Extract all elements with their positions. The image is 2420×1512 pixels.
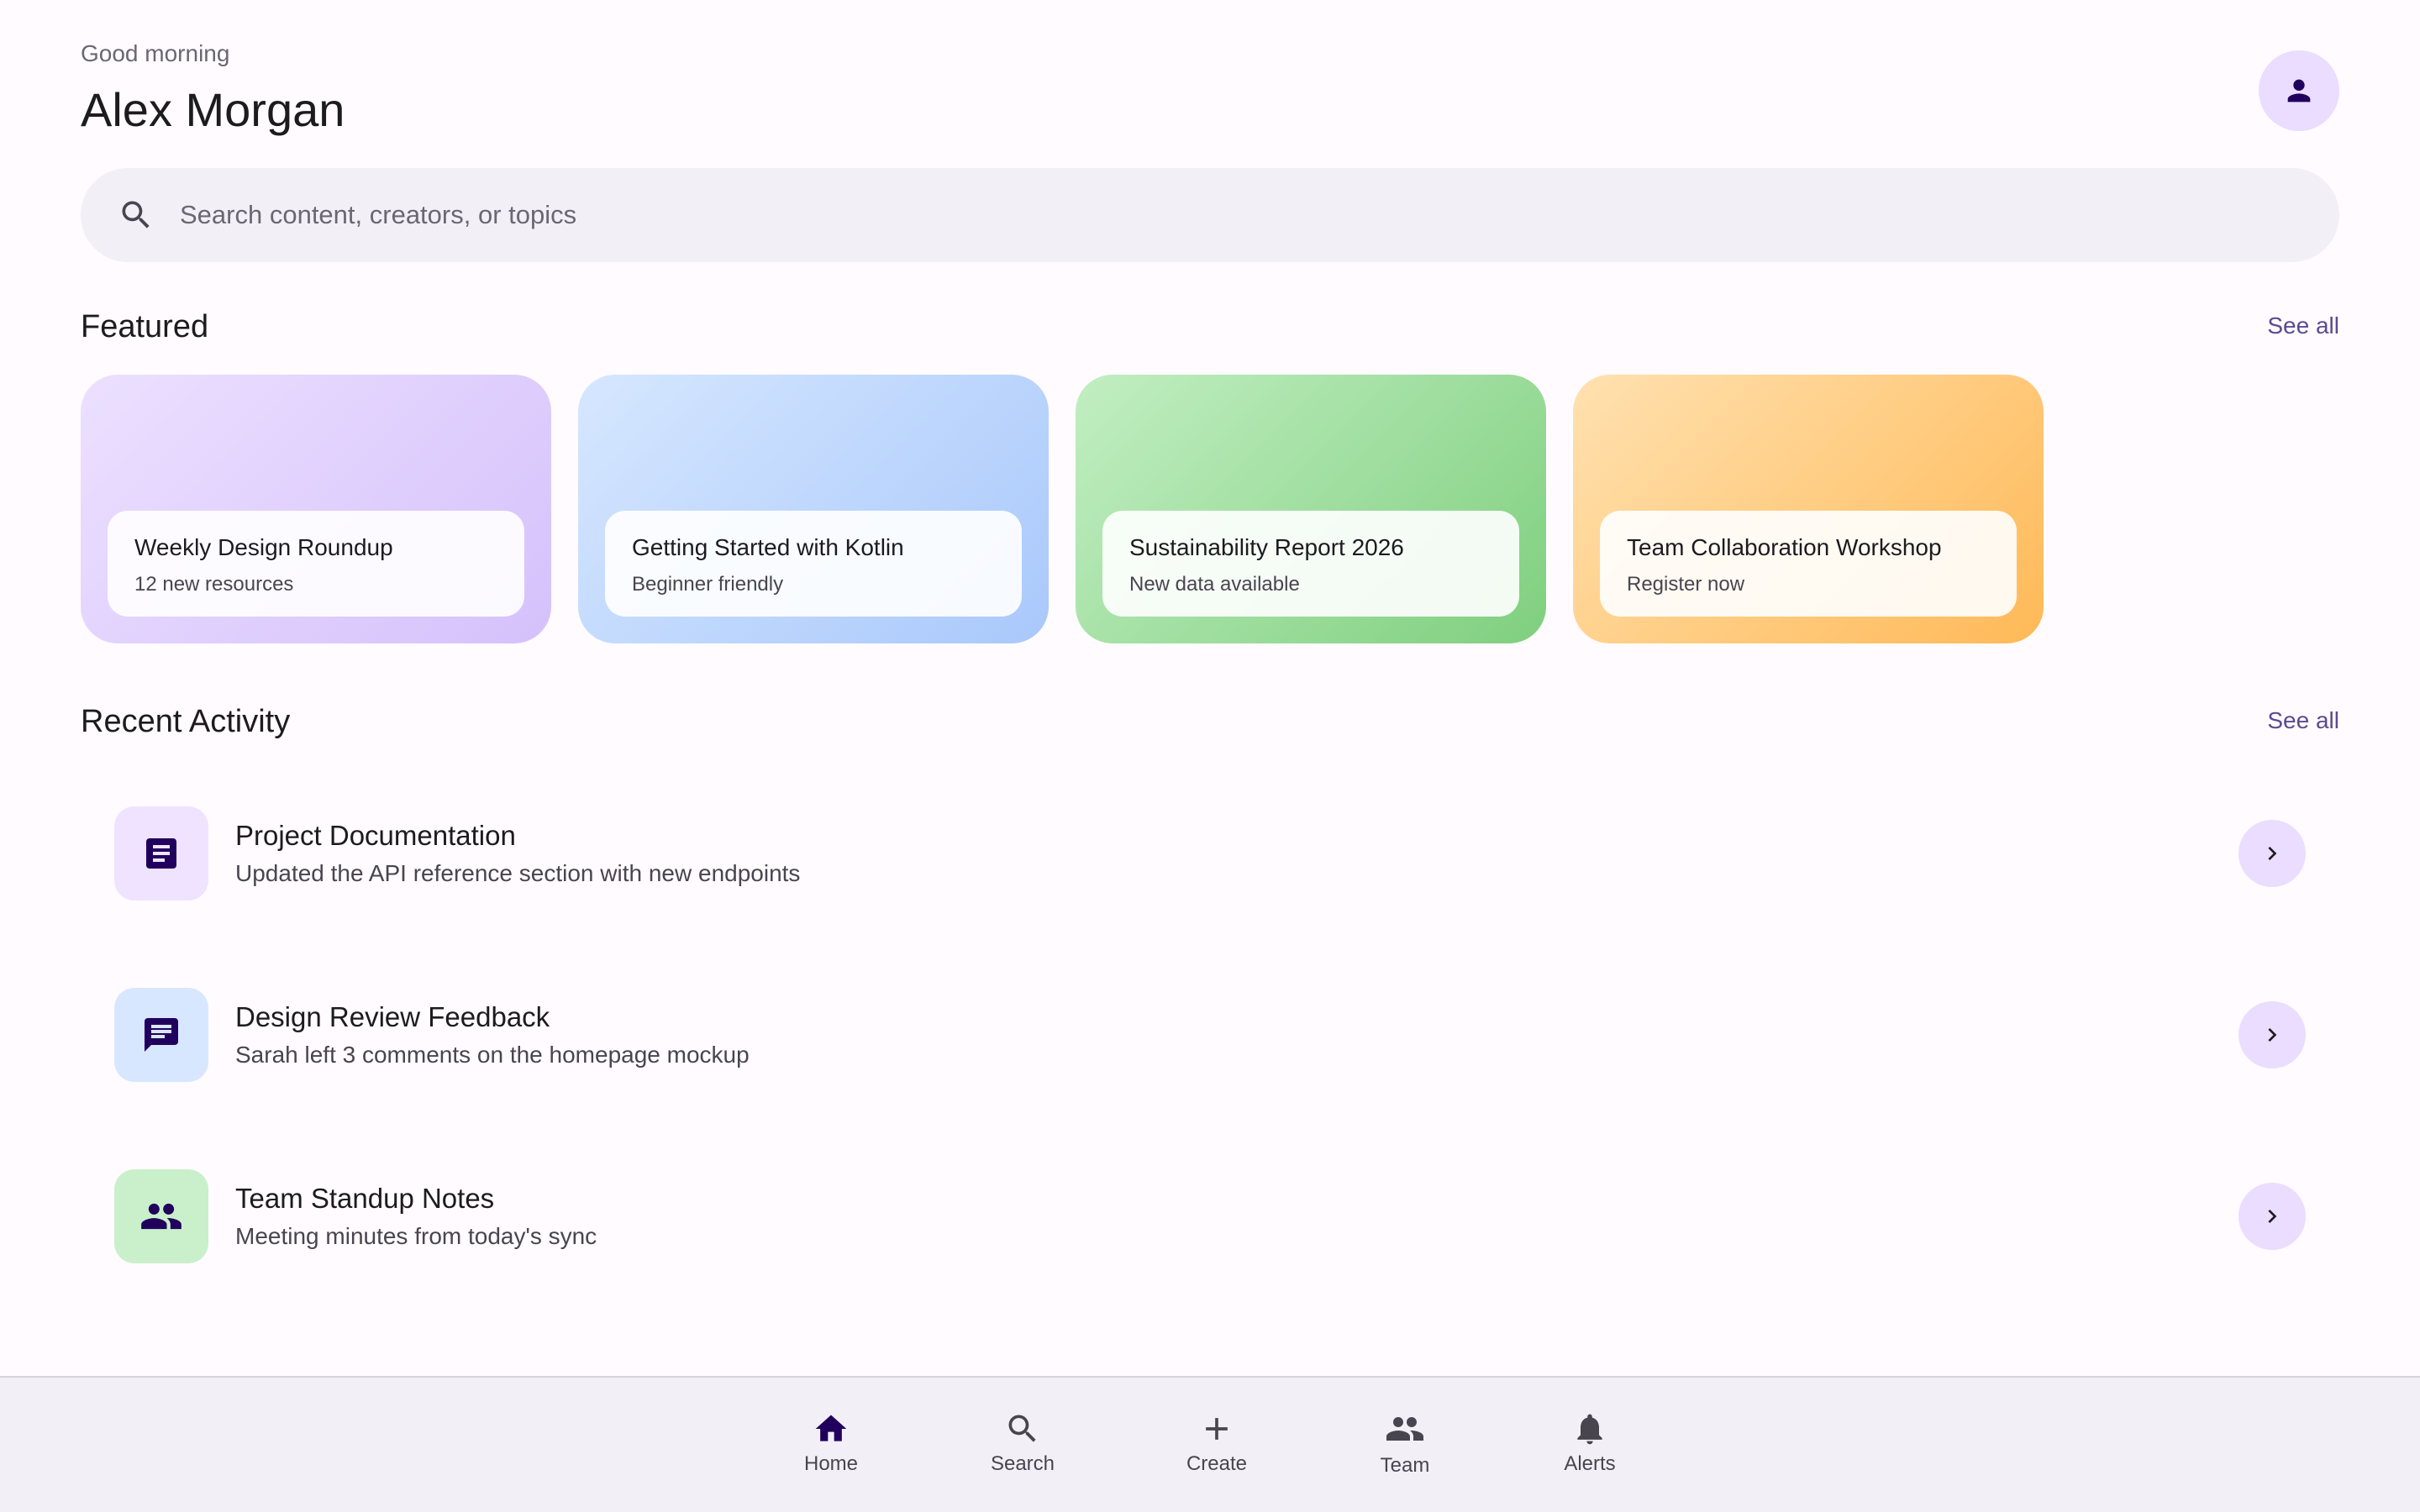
open-activity-button[interactable] [2238,1183,2306,1250]
nav-item-home[interactable]: Home [776,1399,886,1487]
activity-icon-tile [114,1169,208,1263]
activity-icon-tile [114,806,208,900]
recent-activity-list: Project Documentation Updated the API re… [81,763,2339,1307]
featured-carousel: Weekly Design Roundup 12 new resources G… [81,375,2044,643]
search-icon [1008,1415,1036,1442]
group-icon [141,1203,182,1230]
featured-section-title: Featured [81,309,209,344]
document-icon [146,838,176,869]
activity-item-design-review[interactable]: Design Review Feedback Sarah left 3 comm… [81,944,2339,1126]
activity-subtitle: Updated the API reference section with n… [235,860,801,886]
featured-card-title: Weekly Design Roundup [134,534,393,560]
nav-item-create[interactable]: Create [1162,1399,1271,1487]
bell-icon [1577,1414,1602,1445]
activity-icon-tile [114,988,208,1082]
featured-card-subtitle: Register now [1627,573,1745,596]
search-input[interactable] [178,199,2198,231]
featured-card-info: Team Collaboration Workshop Register now [1600,511,2017,617]
activity-subtitle: Meeting minutes from today's sync [235,1223,597,1249]
featured-card-subtitle: Beginner friendly [632,573,784,596]
comment-icon [145,1018,178,1052]
group-icon [1386,1417,1423,1441]
bottom-navigation-bar: Home Search Create Team Alerts [0,1376,2420,1512]
featured-card-info: Getting Started with Kotlin Beginner fri… [605,511,1022,617]
featured-card[interactable]: Team Collaboration Workshop Register now [1573,375,2044,643]
featured-see-all-link[interactable]: See all [2267,312,2339,339]
activity-title: Design Review Feedback [235,1001,550,1032]
chevron-right-icon [2268,1028,2277,1042]
nav-label: Home [803,1452,859,1475]
activity-title: Project Documentation [235,820,516,851]
featured-card-subtitle: New data available [1129,573,1300,596]
featured-card-title: Team Collaboration Workshop [1627,534,1942,560]
activity-item-project-documentation[interactable]: Project Documentation Updated the API re… [81,763,2339,944]
nav-label: Alerts [1564,1452,1616,1475]
plus-icon [1206,1418,1228,1440]
home-screen: Good morning Alex Morgan Featured See al… [0,0,2420,1512]
home-icon [815,1415,847,1441]
featured-card[interactable]: Sustainability Report 2026 New data avai… [1076,375,1546,643]
profile-avatar-button[interactable] [2259,50,2339,131]
greeting-text: Good morning [81,40,230,66]
featured-card-title: Sustainability Report 2026 [1129,534,1404,560]
nav-item-search[interactable]: Search [968,1399,1077,1487]
featured-card[interactable]: Getting Started with Kotlin Beginner fri… [578,375,1049,643]
person-icon [2287,79,2311,102]
open-activity-button[interactable] [2238,820,2306,887]
activity-title: Team Standup Notes [235,1183,495,1214]
user-name: Alex Morgan [81,83,345,136]
recent-see-all-link[interactable]: See all [2267,707,2339,734]
nav-label: Search [990,1452,1055,1475]
search-bar[interactable] [81,168,2339,262]
search-icon [122,201,150,228]
chevron-right-icon [2268,847,2277,860]
featured-card-title: Getting Started with Kotlin [632,534,904,560]
featured-card-info: Weekly Design Roundup 12 new resources [108,511,524,617]
featured-card[interactable]: Weekly Design Roundup 12 new resources [81,375,551,643]
recent-activity-section-title: Recent Activity [81,704,291,739]
activity-item-team-standup[interactable]: Team Standup Notes Meeting minutes from … [81,1126,2339,1307]
nav-item-team[interactable]: Team [1350,1399,1460,1487]
nav-label: Create [1186,1452,1248,1475]
nav-item-alerts[interactable]: Alerts [1535,1399,1644,1487]
activity-subtitle: Sarah left 3 comments on the homepage mo… [235,1042,750,1068]
open-activity-button[interactable] [2238,1001,2306,1068]
nav-label: Team [1380,1454,1430,1477]
featured-card-subtitle: 12 new resources [134,573,294,596]
chevron-right-icon [2268,1210,2277,1223]
featured-card-info: Sustainability Report 2026 New data avai… [1102,511,1519,617]
